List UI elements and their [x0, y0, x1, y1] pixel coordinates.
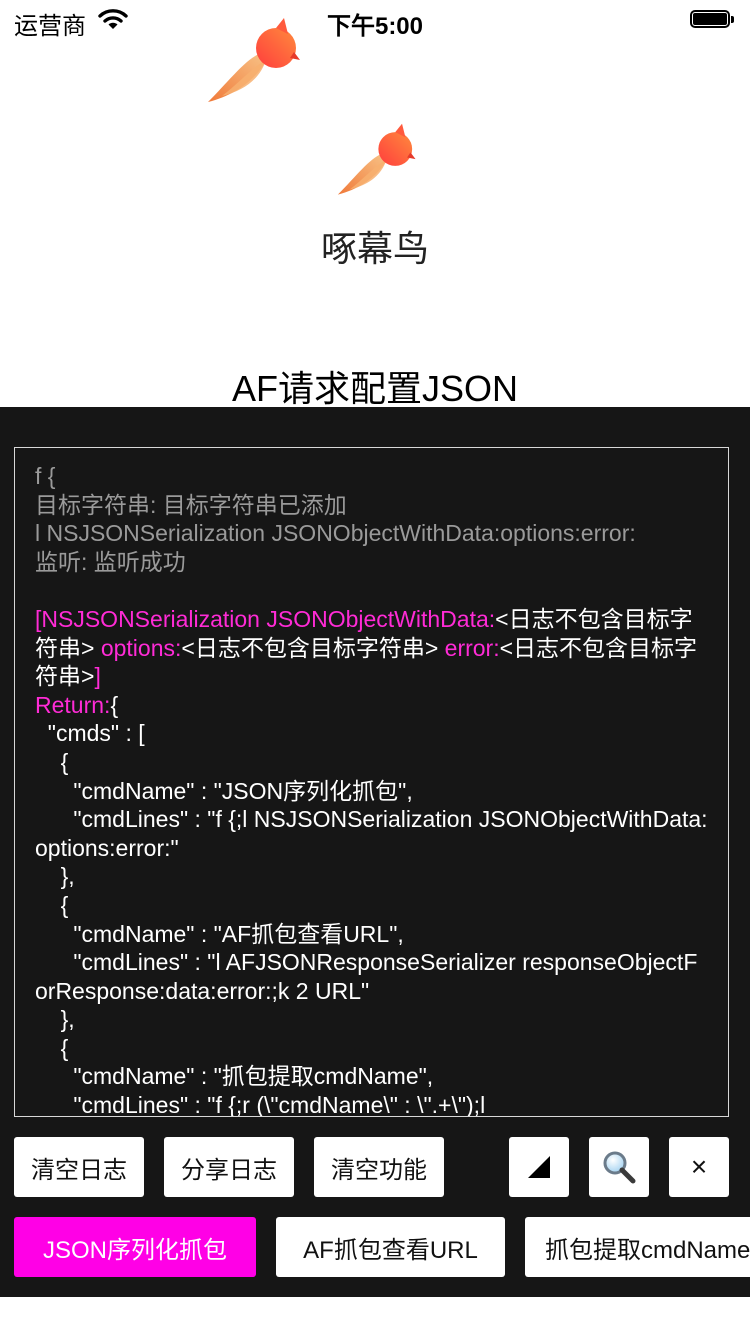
log-return-line: Return:{	[35, 691, 708, 720]
bird-logo-icon	[208, 18, 300, 102]
json-line: "cmdLines" : "f {;r (\"cmdName\" : \".+\…	[35, 1092, 486, 1117]
log-line: f {	[35, 463, 56, 489]
json-line: "cmdName" : "JSON序列化抓包",	[35, 777, 413, 804]
call-arg: <日志不包含目标字符串>	[181, 634, 439, 661]
json-line: },	[35, 863, 75, 890]
close-button[interactable]: ×	[669, 1137, 729, 1197]
app-logo	[334, 122, 416, 203]
call-options-label: options:	[94, 634, 182, 661]
log-line: 监听: 监听成功	[35, 548, 186, 575]
json-line: "cmds" : [	[35, 720, 145, 747]
json-line: },	[35, 1006, 75, 1033]
json-line: {	[35, 748, 69, 775]
bird-logo-icon	[337, 123, 416, 195]
call-open: [NSJSONSerialization JSONObjectWithData:	[35, 605, 496, 632]
page-heading: AF请求配置JSON	[231, 368, 518, 409]
command-button-extract-cmdname[interactable]: 抓包提取cmdName	[525, 1217, 750, 1277]
floating-bird-button[interactable]	[204, 16, 300, 111]
status-time: 下午5:00	[326, 13, 424, 40]
clear-functions-button[interactable]: 清空功能	[314, 1137, 444, 1197]
collapse-button[interactable]	[509, 1137, 569, 1197]
log-line: 目标字符串: 目标字符串已添加	[35, 491, 347, 518]
search-button[interactable]	[589, 1137, 649, 1197]
status-bar: 运营商 下午5:00	[0, 0, 750, 40]
log-blank-line	[35, 576, 708, 605]
json-line: "cmdLines" : "f {;l NSJSONSerialization …	[35, 806, 708, 861]
app-title: 啄幕鸟	[320, 228, 429, 269]
json-line: {	[35, 891, 69, 918]
log-call-line: [NSJSONSerialization JSONObjectWithData:…	[35, 605, 708, 691]
console-panel: f { 目标字符串: 目标字符串已添加 l NSJSONSerializatio…	[0, 407, 750, 1297]
call-close: ]	[94, 663, 101, 690]
json-line: "cmdName" : "AF抓包查看URL",	[35, 920, 404, 947]
clear-log-button[interactable]: 清空日志	[14, 1137, 144, 1197]
magnifier-icon	[603, 1151, 636, 1184]
battery-icon	[690, 10, 736, 30]
log-view[interactable]: f { 目标字符串: 目标字符串已添加 l NSJSONSerializatio…	[14, 447, 729, 1117]
return-label: Return:	[35, 691, 111, 718]
log-line: l NSJSONSerialization JSONObjectWithData…	[35, 520, 636, 547]
return-open: {	[110, 691, 119, 718]
command-button-af-url[interactable]: AF抓包查看URL	[276, 1217, 505, 1277]
json-line: "cmdLines" : "l AFJSONResponseSerializer…	[35, 949, 698, 1004]
share-log-button[interactable]: 分享日志	[164, 1137, 294, 1197]
corner-triangle-icon	[528, 1156, 550, 1178]
call-error-label: error:	[438, 634, 500, 661]
json-line: "cmdName" : "抓包提取cmdName",	[35, 1063, 434, 1090]
json-line: {	[35, 1034, 69, 1061]
command-button-json-capture[interactable]: JSON序列化抓包	[14, 1217, 256, 1277]
